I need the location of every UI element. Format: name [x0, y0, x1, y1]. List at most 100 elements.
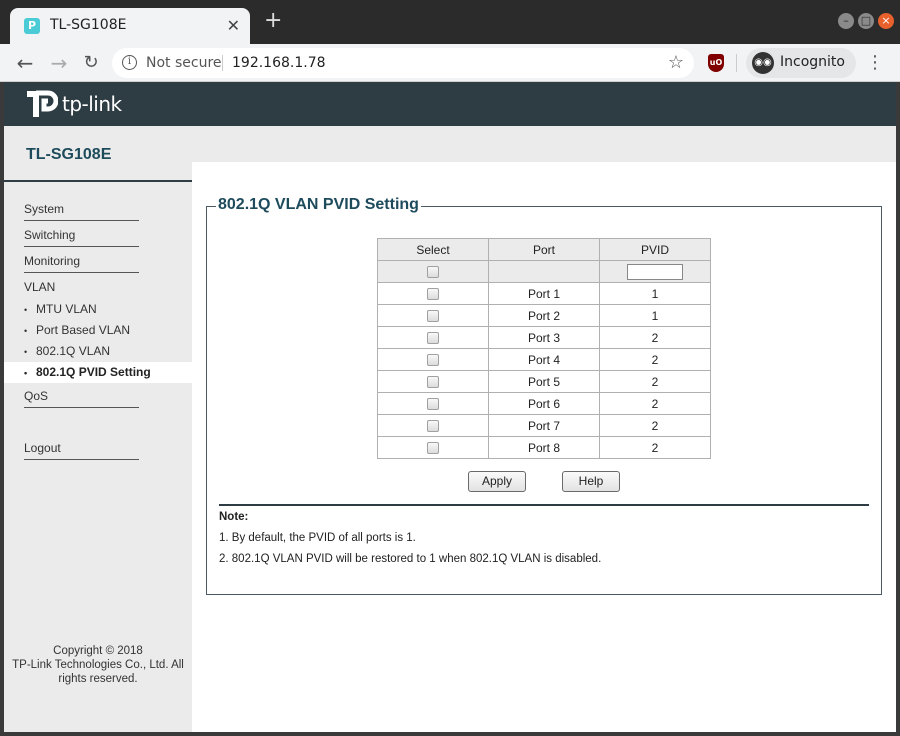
select-cell	[377, 392, 489, 415]
sidebar-subitem-8021q-pvid-setting[interactable]: • 802.1Q PVID Setting	[24, 365, 151, 379]
table-row: Port 7 2	[377, 414, 711, 437]
port-cell: Port 4	[488, 348, 600, 371]
port-cell: Port 3	[488, 326, 600, 349]
subitem-label: 802.1Q PVID Setting	[36, 365, 151, 379]
omnibox-divider	[222, 55, 223, 71]
sidebar-item-monitoring[interactable]: Monitoring	[24, 254, 139, 273]
model-name: TL-SG108E	[26, 146, 112, 163]
select-cell	[377, 282, 489, 305]
pvid-cell: 2	[599, 348, 711, 371]
copyright-line: rights reserved.	[58, 673, 138, 685]
port-cell: Port 5	[488, 370, 600, 393]
tab-title: TL-SG108E	[50, 17, 127, 33]
select-cell	[377, 414, 489, 437]
port-cell: Port 1	[488, 282, 600, 305]
sidebar-item-vlan[interactable]: VLAN	[24, 280, 139, 298]
bullet-icon: •	[24, 347, 28, 357]
subitem-label: 802.1Q VLAN	[36, 344, 111, 358]
model-bar: TL-SG108E	[4, 126, 192, 182]
incognito-icon: ◉◉	[752, 52, 774, 74]
port-cell	[488, 260, 600, 283]
table-row: Port 2 1	[377, 304, 711, 327]
new-tab-button[interactable]: +	[264, 10, 282, 32]
note-divider	[219, 504, 869, 506]
minimize-icon[interactable]: –	[838, 13, 854, 29]
port-cell: Port 7	[488, 414, 600, 437]
select-cell	[377, 304, 489, 327]
sidebar-item-system[interactable]: System	[24, 202, 139, 221]
tplink-favicon-icon: P	[24, 18, 40, 34]
forward-arrow-icon[interactable]: →	[46, 50, 72, 76]
select-cell	[377, 370, 489, 393]
toolbar-divider	[736, 54, 737, 72]
port-checkbox[interactable]	[427, 420, 439, 433]
pvid-cell: 2	[599, 326, 711, 349]
copyright: Copyright © 2018 TP-Link Technologies Co…	[4, 644, 192, 686]
table-row: Port 6 2	[377, 392, 711, 415]
select-cell	[377, 326, 489, 349]
note-title: Note:	[219, 511, 249, 523]
page-content: tp-link TL-SG108E System Switching Monit…	[4, 82, 896, 732]
table-row: Port 5 2	[377, 370, 711, 393]
table-row: Port 8 2	[377, 436, 711, 459]
tab-close-icon[interactable]: ✕	[227, 16, 240, 35]
kebab-menu-icon[interactable]: ⋮	[866, 52, 884, 73]
pvid-cell: 2	[599, 370, 711, 393]
pvid-input[interactable]	[627, 263, 683, 280]
port-checkbox[interactable]	[427, 310, 439, 323]
sidebar-item-logout[interactable]: Logout	[24, 441, 139, 460]
port-checkbox[interactable]	[427, 332, 439, 345]
bullet-icon: •	[24, 305, 28, 315]
sidebar-subitem-port-based-vlan[interactable]: • Port Based VLAN	[24, 323, 130, 337]
pvid-table: Select Port PVID Port 1 1 Port 2 1 Port …	[377, 238, 711, 459]
apply-button[interactable]: Apply	[468, 471, 526, 492]
pvid-cell: 1	[599, 282, 711, 305]
help-button[interactable]: Help	[562, 471, 620, 492]
port-cell: Port 8	[488, 436, 600, 459]
note-item: 2. 802.1Q VLAN PVID will be restored to …	[219, 553, 602, 565]
select-all-row	[377, 260, 711, 283]
reload-icon[interactable]: ↻	[78, 50, 104, 76]
select-all-checkbox[interactable]	[427, 266, 439, 279]
bullet-icon: •	[24, 326, 28, 336]
pvid-cell	[599, 260, 711, 283]
port-checkbox[interactable]	[427, 354, 439, 367]
port-cell: Port 6	[488, 392, 600, 415]
port-checkbox[interactable]	[427, 288, 439, 301]
pvid-cell: 2	[599, 436, 711, 459]
bookmark-star-icon[interactable]: ☆	[668, 52, 684, 73]
port-cell: Port 2	[488, 304, 600, 327]
address-bar[interactable]: i Not secure 192.168.1.78 ☆	[112, 48, 694, 78]
incognito-badge[interactable]: ◉◉ Incognito	[746, 48, 856, 78]
select-cell	[377, 260, 489, 283]
sidebar-subitem-mtu-vlan[interactable]: • MTU VLAN	[24, 302, 97, 316]
table-row: Port 4 2	[377, 348, 711, 371]
incognito-label: Incognito	[780, 54, 845, 70]
sidebar-item-switching[interactable]: Switching	[24, 228, 139, 247]
page-title: 802.1Q VLAN PVID Setting	[216, 196, 421, 214]
sidebar-subitem-8021q-vlan[interactable]: • 802.1Q VLAN	[24, 344, 110, 358]
port-checkbox[interactable]	[427, 376, 439, 389]
sidebar-item-qos[interactable]: QoS	[24, 389, 139, 408]
back-arrow-icon[interactable]: ←	[12, 50, 38, 76]
table-row: Port 1 1	[377, 282, 711, 305]
maximize-icon[interactable]: □	[858, 13, 874, 29]
url-text[interactable]: 192.168.1.78	[232, 55, 326, 71]
column-header-select: Select	[377, 238, 489, 261]
subitem-label: Port Based VLAN	[36, 323, 131, 337]
port-checkbox[interactable]	[427, 398, 439, 411]
security-label[interactable]: Not secure	[146, 55, 222, 71]
port-checkbox[interactable]	[427, 442, 439, 455]
table-row: Port 3 2	[377, 326, 711, 349]
select-cell	[377, 348, 489, 371]
info-icon[interactable]: i	[122, 55, 137, 70]
pvid-cell: 1	[599, 304, 711, 327]
logo-text: tp-link	[62, 92, 122, 116]
close-window-icon[interactable]: ×	[878, 13, 894, 29]
browser-tab-bar: P TL-SG108E ✕ + – □ ×	[0, 0, 900, 44]
ublock-origin-icon[interactable]: uO	[708, 54, 724, 72]
browser-tab[interactable]: P TL-SG108E ✕	[10, 8, 250, 44]
sidebar: TL-SG108E System Switching Monitoring VL…	[4, 126, 192, 732]
bullet-icon: •	[24, 368, 28, 378]
column-header-pvid: PVID	[599, 238, 711, 261]
